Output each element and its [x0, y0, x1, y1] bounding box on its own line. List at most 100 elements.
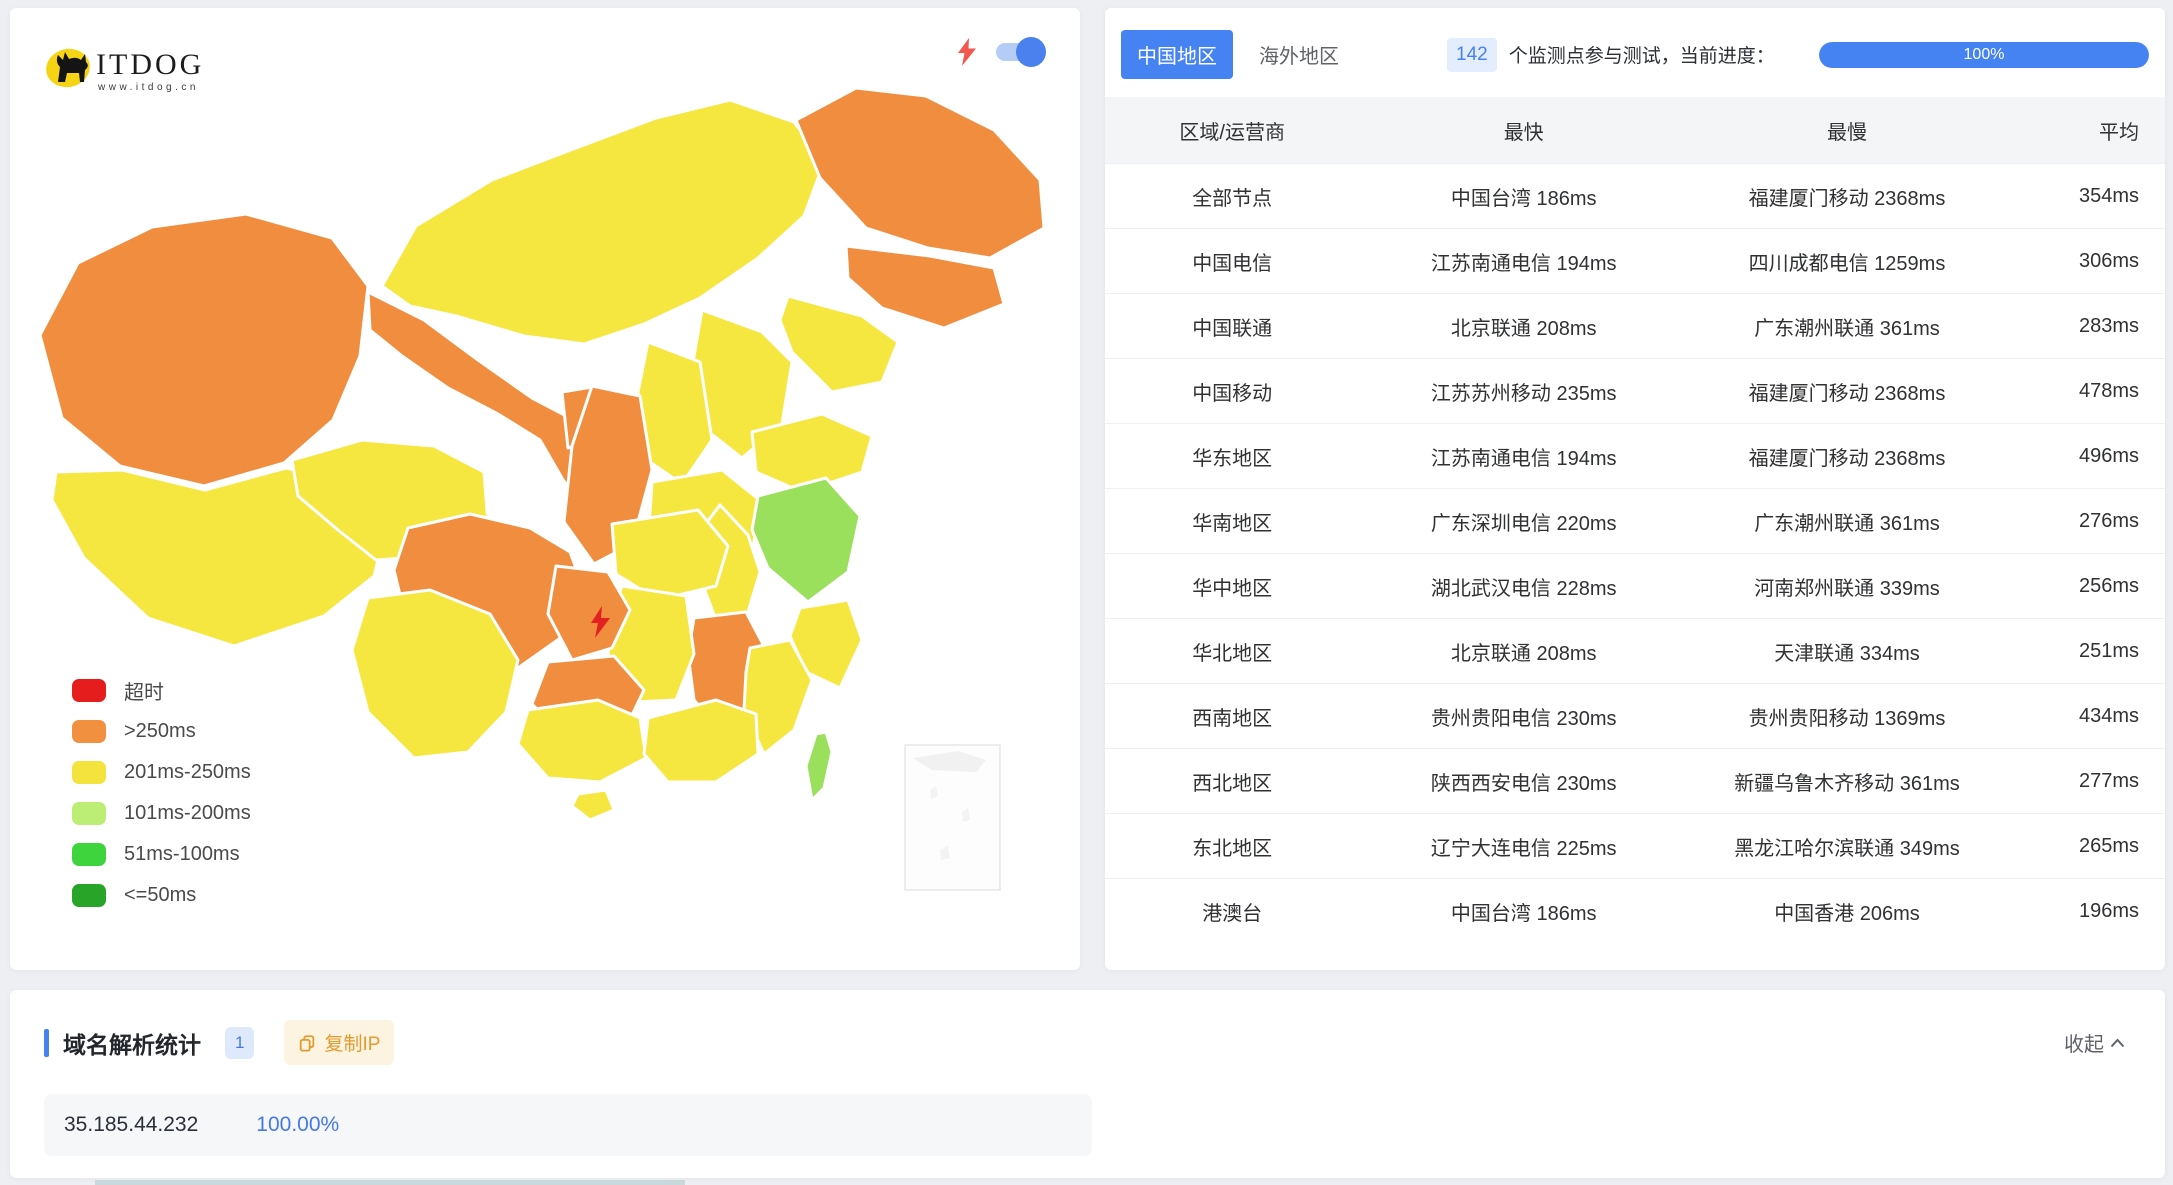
collapse-label: 收起 — [2064, 1028, 2104, 1057]
progress-fill: 100% — [1819, 42, 2149, 68]
col-region-isp: 区域/运营商 — [1105, 116, 1359, 145]
table-cell: 东北地区 — [1105, 832, 1359, 861]
table-cell: 265ms — [2006, 835, 2165, 858]
dns-count-badge: 1 — [225, 1027, 254, 1059]
legend-label: 101ms-200ms — [124, 802, 251, 825]
table-cell: 陕西西安电信 230ms — [1359, 767, 1688, 796]
legend-swatch — [72, 679, 106, 702]
south-china-sea-inset — [905, 745, 1000, 890]
toggle-knob — [1016, 37, 1046, 67]
chevron-up-icon — [2110, 1038, 2125, 1048]
table-row: 华北地区北京联通 208ms天津联通 334ms251ms — [1105, 618, 2165, 683]
ip-address: 35.185.44.232 — [64, 1113, 198, 1137]
table-cell: 华北地区 — [1105, 637, 1359, 666]
table-cell: 华东地区 — [1105, 442, 1359, 471]
province-jilin[interactable] — [846, 246, 1004, 328]
table-cell: 江苏南通电信 194ms — [1359, 247, 1688, 276]
legend-swatch — [72, 720, 106, 743]
ip-row[interactable]: 35.185.44.232 100.00% — [44, 1094, 1092, 1156]
province-jiangsu[interactable] — [752, 478, 860, 602]
table-cell: 华中地区 — [1105, 572, 1359, 601]
legend-label: 51ms-100ms — [124, 843, 240, 866]
logo-title-slot: ITDOG — [96, 48, 204, 81]
tab-overseas-region[interactable]: 海外地区 — [1243, 30, 1355, 79]
col-average: 平均 — [2006, 116, 2165, 145]
table-cell: 283ms — [2006, 315, 2165, 338]
map-legend: 超时>250ms201ms-250ms101ms-200ms51ms-100ms… — [72, 676, 251, 909]
table-cell: 广东潮州联通 361ms — [1688, 507, 2006, 536]
table-cell: 北京联通 208ms — [1359, 637, 1688, 666]
map-mode-toggle[interactable] — [996, 43, 1044, 61]
legend-item: 101ms-200ms — [72, 799, 251, 827]
table-cell: 中国电信 — [1105, 247, 1359, 276]
table-row: 华中地区湖北武汉电信 228ms河南郑州联通 339ms256ms — [1105, 553, 2165, 618]
table-cell: 中国台湾 186ms — [1359, 897, 1688, 926]
table-cell: 中国联通 — [1105, 312, 1359, 341]
legend-item: 201ms-250ms — [72, 758, 251, 786]
legend-label: >250ms — [124, 720, 196, 743]
table-row: 西南地区贵州贵阳电信 230ms贵州贵阳移动 1369ms434ms — [1105, 683, 2165, 748]
table-cell: 华南地区 — [1105, 507, 1359, 536]
table-cell: 251ms — [2006, 640, 2165, 663]
table-cell: 广东深圳电信 220ms — [1359, 507, 1688, 536]
table-cell: 中国香港 206ms — [1688, 897, 2006, 926]
province-hainan[interactable] — [572, 790, 614, 820]
legend-swatch — [72, 884, 106, 907]
province-neimenggu[interactable] — [382, 100, 824, 344]
legend-swatch — [72, 761, 106, 784]
province-xinjiang[interactable] — [40, 214, 368, 486]
legend-item: >250ms — [72, 717, 251, 745]
table-cell: 434ms — [2006, 705, 2165, 728]
province-guangdong[interactable] — [644, 700, 758, 782]
map-toolbar — [956, 38, 1044, 66]
ip-percent: 100.00% — [256, 1113, 339, 1137]
province-liaoning[interactable] — [780, 296, 898, 392]
results-header: 中国地区 海外地区 142 个监测点参与测试，当前进度： 100% — [1105, 8, 2165, 97]
table-cell: 江苏苏州移动 235ms — [1359, 377, 1688, 406]
table-row: 中国联通北京联通 208ms广东潮州联通 361ms283ms — [1105, 293, 2165, 358]
table-cell: 福建厦门移动 2368ms — [1688, 377, 2006, 406]
latency-table: 区域/运营商 最快 最慢 平均 全部节点中国台湾 186ms福建厦门移动 236… — [1105, 97, 2165, 943]
collapse-button[interactable]: 收起 — [2064, 1028, 2125, 1057]
table-row: 全部节点中国台湾 186ms福建厦门移动 2368ms354ms — [1105, 163, 2165, 228]
table-cell: 全部节点 — [1105, 182, 1359, 211]
itdog-logo: ITDOG www.itdog.cn — [36, 38, 296, 98]
china-map-panel: ITDOG www.itdog.cn 超时>250ms201ms-250ms10… — [10, 8, 1080, 970]
table-cell: 黑龙江哈尔滨联通 349ms — [1688, 832, 2006, 861]
table-cell: 306ms — [2006, 250, 2165, 273]
table-cell: 福建厦门移动 2368ms — [1688, 442, 2006, 471]
title-accent-bar — [44, 1029, 49, 1057]
table-cell: 辽宁大连电信 225ms — [1359, 832, 1688, 861]
province-taiwan[interactable] — [806, 732, 832, 800]
legend-swatch — [72, 802, 106, 825]
table-cell: 江苏南通电信 194ms — [1359, 442, 1688, 471]
table-cell: 西北地区 — [1105, 767, 1359, 796]
copy-ip-button[interactable]: 复制IP — [284, 1020, 394, 1065]
table-cell: 478ms — [2006, 380, 2165, 403]
table-cell: 贵州贵阳移动 1369ms — [1688, 702, 2006, 731]
table-cell: 广东潮州联通 361ms — [1688, 312, 2006, 341]
tab-china-region[interactable]: 中国地区 — [1121, 30, 1233, 79]
table-cell: 新疆乌鲁木齐移动 361ms — [1688, 767, 2006, 796]
table-row: 华南地区广东深圳电信 220ms广东潮州联通 361ms276ms — [1105, 488, 2165, 553]
latency-table-header: 区域/运营商 最快 最慢 平均 — [1105, 97, 2165, 163]
table-cell: 354ms — [2006, 185, 2165, 208]
province-heilongjiang[interactable] — [796, 88, 1044, 258]
latency-results-panel: 中国地区 海外地区 142 个监测点参与测试，当前进度： 100% 区域/运营商… — [1105, 8, 2165, 970]
province-guangxi[interactable] — [518, 700, 646, 782]
table-row: 西北地区陕西西安电信 230ms新疆乌鲁木齐移动 361ms277ms — [1105, 748, 2165, 813]
table-cell: 天津联通 334ms — [1688, 637, 2006, 666]
table-row: 港澳台中国台湾 186ms中国香港 206ms196ms — [1105, 878, 2165, 943]
logo-subtitle-slot: www.itdog.cn — [97, 82, 199, 93]
monitor-count-badge: 142 — [1447, 38, 1497, 72]
table-cell: 贵州贵阳电信 230ms — [1359, 702, 1688, 731]
legend-label: 201ms-250ms — [124, 761, 251, 784]
legend-item: <=50ms — [72, 881, 251, 909]
table-row: 华东地区江苏南通电信 194ms福建厦门移动 2368ms496ms — [1105, 423, 2165, 488]
table-cell: 496ms — [2006, 445, 2165, 468]
table-row: 中国移动江苏苏州移动 235ms福建厦门移动 2368ms478ms — [1105, 358, 2165, 423]
table-cell: 港澳台 — [1105, 897, 1359, 926]
copy-ip-label: 复制IP — [324, 1029, 380, 1056]
test-progress-bar: 100% — [1819, 42, 2149, 68]
monitor-progress-text: 个监测点参与测试，当前进度： — [1509, 41, 1775, 68]
